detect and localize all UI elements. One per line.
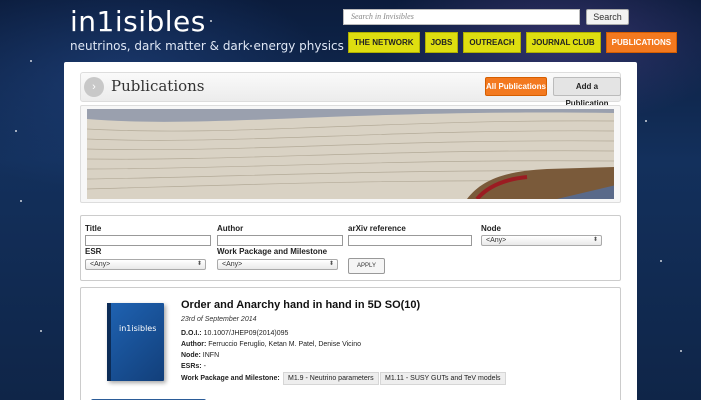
author-label: Author: [181, 341, 207, 348]
work-package-label: Work Package and Milestone: [181, 375, 280, 382]
search-bar: Search in Invisibles Search [343, 9, 629, 25]
publication-filters: Title Author arXiv reference Node <Any> … [80, 215, 621, 281]
publication-date: 23rd of September 2014 [181, 316, 257, 323]
arxiv-filter-input[interactable] [348, 235, 472, 246]
nav-journal-club[interactable]: JOURNAL CLUB [525, 32, 601, 53]
wp-filter-label: Work Package and Milestone [217, 247, 328, 256]
arxiv-filter-label: arXiv reference [348, 224, 406, 233]
doi-label: D.O.I.: [181, 330, 202, 337]
all-publications-button[interactable]: All Publications [485, 77, 547, 96]
nav-publications[interactable]: PUBLICATIONS [605, 32, 678, 53]
milestone-chip[interactable]: M1.11 - SUSY GUTs and TeV models [380, 372, 506, 385]
chevron-updown-icon: ⬍ [196, 261, 202, 267]
open-book-illustration [87, 109, 614, 199]
apply-button[interactable]: APPLY [348, 258, 385, 274]
esr-filter-value: <Any> [90, 261, 111, 268]
node-filter-label: Node [481, 224, 501, 233]
node-label: Node: [181, 352, 201, 359]
publication-node-row: Node: INFN [181, 352, 219, 359]
node-filter-select[interactable]: <Any> ⬍ [481, 235, 602, 246]
author-filter-input[interactable] [217, 235, 343, 246]
author-value: Ferruccio Feruglio, Ketan M. Patel, Deni… [208, 341, 362, 348]
cover-logo-text: in1isibles [119, 324, 157, 333]
wp-filter-select[interactable]: <Any> ⬍ [217, 259, 338, 270]
title-filter-label: Title [85, 224, 102, 233]
cover-spine [107, 303, 111, 381]
node-value: INFN [202, 352, 220, 359]
nav-jobs[interactable]: JOBS [424, 32, 459, 53]
site-logo[interactable]: in1isibles neutrinos, dark matter & dark… [70, 5, 344, 54]
node-filter-value: <Any> [486, 237, 507, 244]
doi-value[interactable]: 10.1007/JHEP09(2014)095 [204, 330, 289, 337]
chevron-updown-icon: ⬍ [592, 237, 598, 243]
esrs-value: - [203, 363, 206, 370]
esr-filter-select[interactable]: <Any> ⬍ [85, 259, 206, 270]
nav-outreach[interactable]: OUTREACH [463, 32, 521, 53]
search-button[interactable]: Search [586, 9, 629, 25]
wp-filter-value: <Any> [222, 261, 243, 268]
search-input[interactable]: Search in Invisibles [343, 9, 580, 25]
title-filter-input[interactable] [85, 235, 211, 246]
chevron-right-icon: › [84, 77, 104, 97]
banner-frame [80, 105, 621, 203]
main-panel: › Publications All Publications Add a Pu… [64, 62, 637, 400]
chevron-updown-icon: ⬍ [328, 261, 334, 267]
logo-wordmark: in1isibles [70, 5, 206, 38]
publication-cover-image[interactable]: in1isibles [107, 303, 164, 381]
main-nav: THE NETWORK JOBS OUTREACH JOURNAL CLUB P… [348, 32, 678, 53]
esr-filter-label: ESR [85, 247, 102, 256]
publication-author-row: Author: Ferruccio Feruglio, Ketan M. Pat… [181, 341, 361, 348]
page-title-bar: › Publications All Publications Add a Pu… [80, 72, 621, 108]
esrs-label: ESRs: [181, 363, 202, 370]
publication-card: in1isibles Order and Anarchy hand in han… [80, 287, 621, 400]
add-publication-button[interactable]: Add a Publication [553, 77, 621, 108]
milestone-chip[interactable]: M1.9 - Neutrino parameters [283, 372, 379, 385]
publication-title[interactable]: Order and Anarchy hand in hand in 5D SO(… [181, 299, 420, 311]
publication-doi-row: D.O.I.: 10.1007/JHEP09(2014)095 [181, 330, 288, 337]
author-filter-label: Author [217, 224, 244, 233]
book-banner-image [87, 109, 614, 199]
nav-the-network[interactable]: THE NETWORK [348, 32, 420, 53]
page-title: Publications [111, 77, 205, 95]
publication-esrs-row: ESRs: - [181, 363, 206, 370]
logo-tagline: neutrinos, dark matter & dark energy phy… [70, 39, 344, 53]
